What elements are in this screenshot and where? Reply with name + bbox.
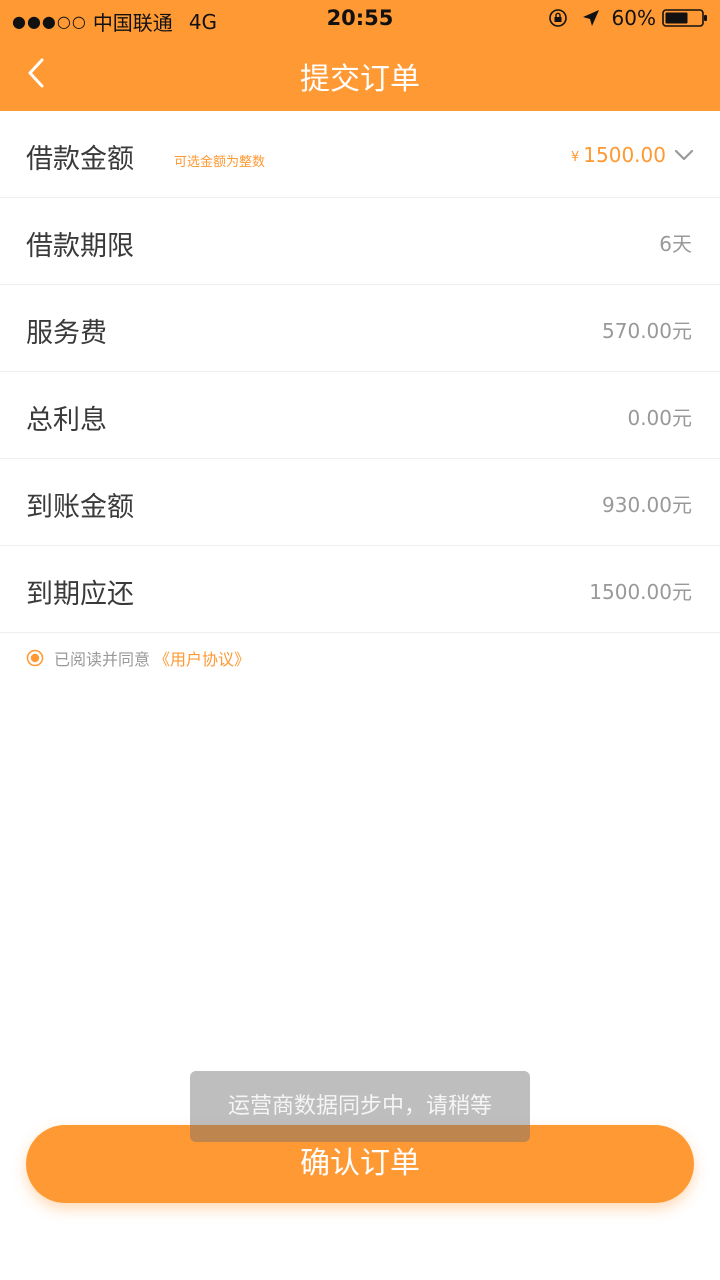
nav-bar: 提交订单 — [0, 38, 720, 111]
loan-amount-hint: 可选金额为整数 — [174, 155, 266, 170]
received-amount-row: 到账金额 930.00元 — [0, 459, 720, 546]
chevron-down-icon — [674, 149, 694, 161]
status-right: 60% — [548, 6, 708, 30]
battery-icon — [662, 9, 707, 27]
interest-value: 0.00元 — [627, 406, 692, 430]
user-agreement-link[interactable]: 《用户协议》 — [154, 646, 250, 670]
loan-term-row: 借款期限 6天 — [0, 198, 720, 285]
agreement-text: 已阅读并同意 — [54, 650, 151, 669]
loan-amount-row[interactable]: 借款金额 可选金额为整数 ¥ 1500.00 — [0, 111, 720, 198]
interest-row: 总利息 0.00元 — [0, 372, 720, 459]
radio-checked-icon[interactable] — [26, 649, 44, 667]
page-title: 提交订单 — [300, 62, 420, 97]
agreement: 已阅读并同意 《用户协议》 — [26, 646, 250, 670]
received-amount-value: 930.00元 — [602, 493, 692, 517]
service-fee-label: 服务费 — [26, 318, 107, 349]
repay-amount-label: 到期应还 — [26, 579, 134, 610]
location-arrow-icon — [582, 10, 599, 26]
rotation-lock-icon — [548, 9, 567, 27]
loan-amount-label: 借款金额 — [26, 144, 134, 175]
battery-percent: 60% — [611, 6, 656, 30]
received-amount-label: 到账金额 — [26, 492, 134, 523]
service-fee-value: 570.00元 — [602, 319, 692, 343]
app-header: ●●●○○ 中国联通 4G 20:55 60% 提交订单 — [0, 0, 720, 111]
repay-amount-row: 到期应还 1500.00元 — [0, 546, 720, 633]
loan-amount-select[interactable]: ¥ 1500.00 — [571, 143, 694, 167]
order-details: 借款金额 可选金额为整数 ¥ 1500.00 借款期限 6天 服务费 570.0… — [0, 111, 720, 633]
loan-term-value: 6天 — [659, 232, 692, 256]
loan-term-label: 借款期限 — [26, 231, 134, 262]
interest-label: 总利息 — [26, 405, 107, 436]
currency-symbol: ¥ — [571, 149, 580, 165]
status-bar: ●●●○○ 中国联通 4G 20:55 60% — [0, 0, 720, 38]
sync-toast: 运营商数据同步中，请稍等 — [190, 1071, 530, 1142]
service-fee-row: 服务费 570.00元 — [0, 285, 720, 372]
loan-amount-value: 1500.00 — [583, 143, 666, 167]
repay-amount-value: 1500.00元 — [589, 580, 692, 604]
